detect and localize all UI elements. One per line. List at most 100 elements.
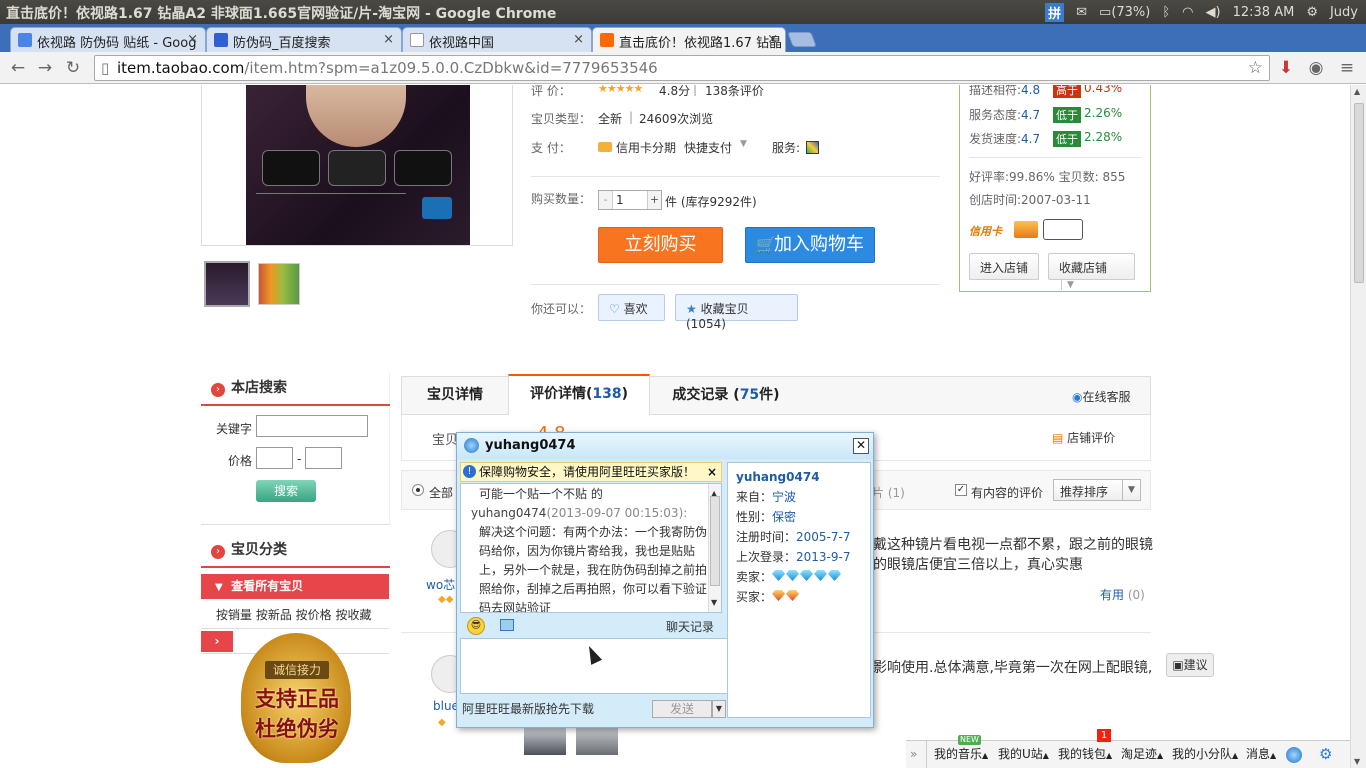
emoticon-icon[interactable]: 😎 — [467, 617, 485, 635]
enter-shop-button[interactable]: 进入店铺 — [969, 253, 1039, 280]
collapse-icon[interactable]: » — [910, 741, 917, 768]
close-icon[interactable]: × — [707, 463, 717, 481]
scroll-down-icon[interactable]: ▼ — [711, 593, 717, 612]
chat-history-link[interactable]: 聊天记录 — [666, 618, 714, 635]
tab-google[interactable]: 依视路 防伪码 贴纸 - Goog × — [10, 27, 206, 52]
new-tab-button[interactable] — [787, 32, 817, 47]
menu-icon[interactable]: ≡ — [1337, 58, 1357, 78]
user-name[interactable]: Judy — [1330, 5, 1358, 20]
download-link[interactable]: 阿里旺旺最新版抢先下载 — [462, 699, 594, 719]
useful-link[interactable]: 有用 (0) — [1100, 586, 1145, 603]
price-label: 价格 — [228, 454, 253, 468]
info-icon: ! — [463, 465, 476, 478]
wifi-icon[interactable]: ◠ — [1182, 5, 1193, 20]
my-u-station-link[interactable]: 我的U站▲ — [998, 741, 1049, 768]
favorite-button[interactable]: ★ 收藏宝贝 (1054) — [675, 294, 798, 331]
minus-icon[interactable]: - — [599, 191, 613, 209]
price-min-input[interactable] — [256, 447, 293, 469]
review-photo-2[interactable] — [576, 727, 618, 755]
extension-icon[interactable]: ◉ — [1306, 58, 1326, 78]
chat-titlebar[interactable]: yuhang0474 ✕ — [457, 433, 873, 459]
review-count[interactable]: 138条评价 — [705, 85, 764, 99]
screenshot-icon[interactable] — [500, 619, 514, 631]
thumbnail-2[interactable] — [258, 263, 300, 305]
messages-link[interactable]: 消息▲ — [1246, 741, 1276, 768]
tab-item-detail[interactable]: 宝贝详情 — [402, 377, 508, 414]
product-image[interactable] — [246, 85, 470, 245]
battery-icon[interactable]: ▭(73%) — [1099, 5, 1150, 20]
sort-links[interactable]: 按销量 按新品 按价格 按收藏 — [216, 606, 371, 623]
bluetooth-icon[interactable]: ᛒ — [1162, 5, 1170, 20]
chevron-down-icon[interactable]: ▼ — [1061, 280, 1074, 290]
review-photo-1[interactable] — [524, 727, 566, 755]
add-to-cart-button[interactable]: 🛒 加入购物车 — [745, 227, 875, 263]
thumbnail-1[interactable] — [204, 261, 250, 307]
forward-arrow-icon[interactable]: → — [35, 58, 55, 78]
ime-indicator[interactable]: 拼 — [1045, 2, 1065, 22]
page-scrollbar[interactable]: ▲ ▼ — [1350, 85, 1366, 768]
reload-icon[interactable]: ↻ — [63, 58, 83, 78]
tab-essilor[interactable]: 依视路中国 × — [402, 27, 592, 52]
scrollbar-thumb[interactable] — [710, 496, 720, 586]
back-arrow-icon[interactable]: ← — [8, 58, 28, 78]
quick-pay[interactable]: 快捷支付 — [684, 139, 732, 156]
tab-reviews[interactable]: 评价详情(138) — [508, 374, 650, 415]
gear-icon[interactable]: ⚙ — [1306, 5, 1318, 20]
suggest-button[interactable]: ▣建议 — [1166, 653, 1214, 677]
quantity-value[interactable]: 1 — [616, 193, 624, 207]
my-wallet-link[interactable]: 我的钱包▲ — [1058, 741, 1112, 768]
online-service-link[interactable]: ◉在线客服 — [1072, 388, 1131, 405]
rating-label: 评 价： — [531, 85, 571, 98]
message-scrollbar[interactable]: ▲ ▼ — [708, 484, 721, 612]
chevron-down-icon[interactable]: ▼ — [740, 139, 747, 149]
star-icon[interactable]: ☆ — [1248, 56, 1263, 80]
volume-icon[interactable]: ◀) — [1206, 5, 1221, 20]
service-icon[interactable] — [806, 141, 819, 154]
footprint-link[interactable]: 淘足迹▲ — [1121, 741, 1163, 768]
like-button[interactable]: ♡ 喜欢 — [598, 294, 665, 321]
close-icon[interactable]: × — [767, 32, 778, 47]
collect-shop-button[interactable]: 收藏店铺 ▼ — [1048, 253, 1135, 290]
quantity-stepper[interactable]: - 1 + — [598, 190, 662, 210]
all-items-link[interactable]: ▼ 查看所有宝贝 — [201, 574, 389, 599]
wangwang-icon[interactable] — [1286, 747, 1302, 763]
scrollbar-thumb[interactable] — [1354, 103, 1364, 283]
chevron-down-icon[interactable]: ▼ — [712, 700, 726, 718]
my-team-link[interactable]: 我的小分队▲ — [1172, 741, 1238, 768]
mail-icon[interactable]: ✉ — [1076, 5, 1087, 20]
close-icon[interactable]: × — [573, 32, 584, 47]
settings-gear-icon[interactable]: ⚙ — [1319, 741, 1332, 768]
my-music-link[interactable]: 我的音乐▲ — [934, 741, 988, 768]
message-history[interactable]: 可能一个贴一个不贴 的 yuhang0474(2013-09-07 00:15:… — [460, 483, 722, 613]
buy-now-button[interactable]: 立刻购买 — [598, 227, 723, 263]
download-icon[interactable]: ⬇ — [1276, 58, 1296, 78]
close-icon[interactable]: × — [187, 32, 198, 47]
plus-icon[interactable]: + — [647, 191, 661, 209]
scroll-down-icon[interactable]: ▼ — [1354, 757, 1360, 766]
seller-rank-row: 卖家： — [736, 567, 870, 587]
shop-review-link[interactable]: ▤ 店铺评价 — [1052, 429, 1115, 446]
address-bar[interactable]: ▯ item.taobao.com/item.htm?spm=a1z09.5.0… — [94, 55, 1270, 81]
credit-installment[interactable]: 信用卡分期 — [616, 139, 676, 156]
chevron-right-icon[interactable]: › — [201, 631, 233, 652]
tab-reviews-paren: ) — [621, 386, 629, 402]
gender-row: 性别：保密 — [736, 507, 870, 527]
price-max-input[interactable] — [305, 447, 342, 469]
contact-name[interactable]: yuhang0474 — [736, 467, 870, 487]
review-user[interactable]: wo芯 — [426, 576, 455, 593]
scroll-up-icon[interactable]: ▲ — [1354, 87, 1360, 96]
clock[interactable]: 12:38 AM — [1233, 5, 1295, 20]
send-button[interactable]: 发送 — [652, 700, 712, 718]
search-button[interactable]: 搜索 — [256, 480, 316, 502]
tab-deals[interactable]: 成交记录 (75件) — [652, 377, 800, 414]
close-icon[interactable]: ✕ — [853, 438, 869, 454]
tab-taobao[interactable]: 直击底价！依视路1.67 钻晶 × — [592, 27, 786, 52]
keyword-input[interactable] — [256, 415, 368, 437]
sort-select[interactable]: 推荐排序 ▼ — [1053, 479, 1141, 501]
diamond-icon — [786, 570, 800, 581]
close-icon[interactable]: × — [383, 32, 394, 47]
tab-baidu[interactable]: 防伪码_百度搜索 × — [206, 27, 402, 52]
has-content-checkbox[interactable]: ✓ — [955, 484, 967, 496]
filter-all-radio[interactable] — [412, 484, 424, 496]
filter-photo[interactable]: 片 (1) — [872, 484, 905, 501]
